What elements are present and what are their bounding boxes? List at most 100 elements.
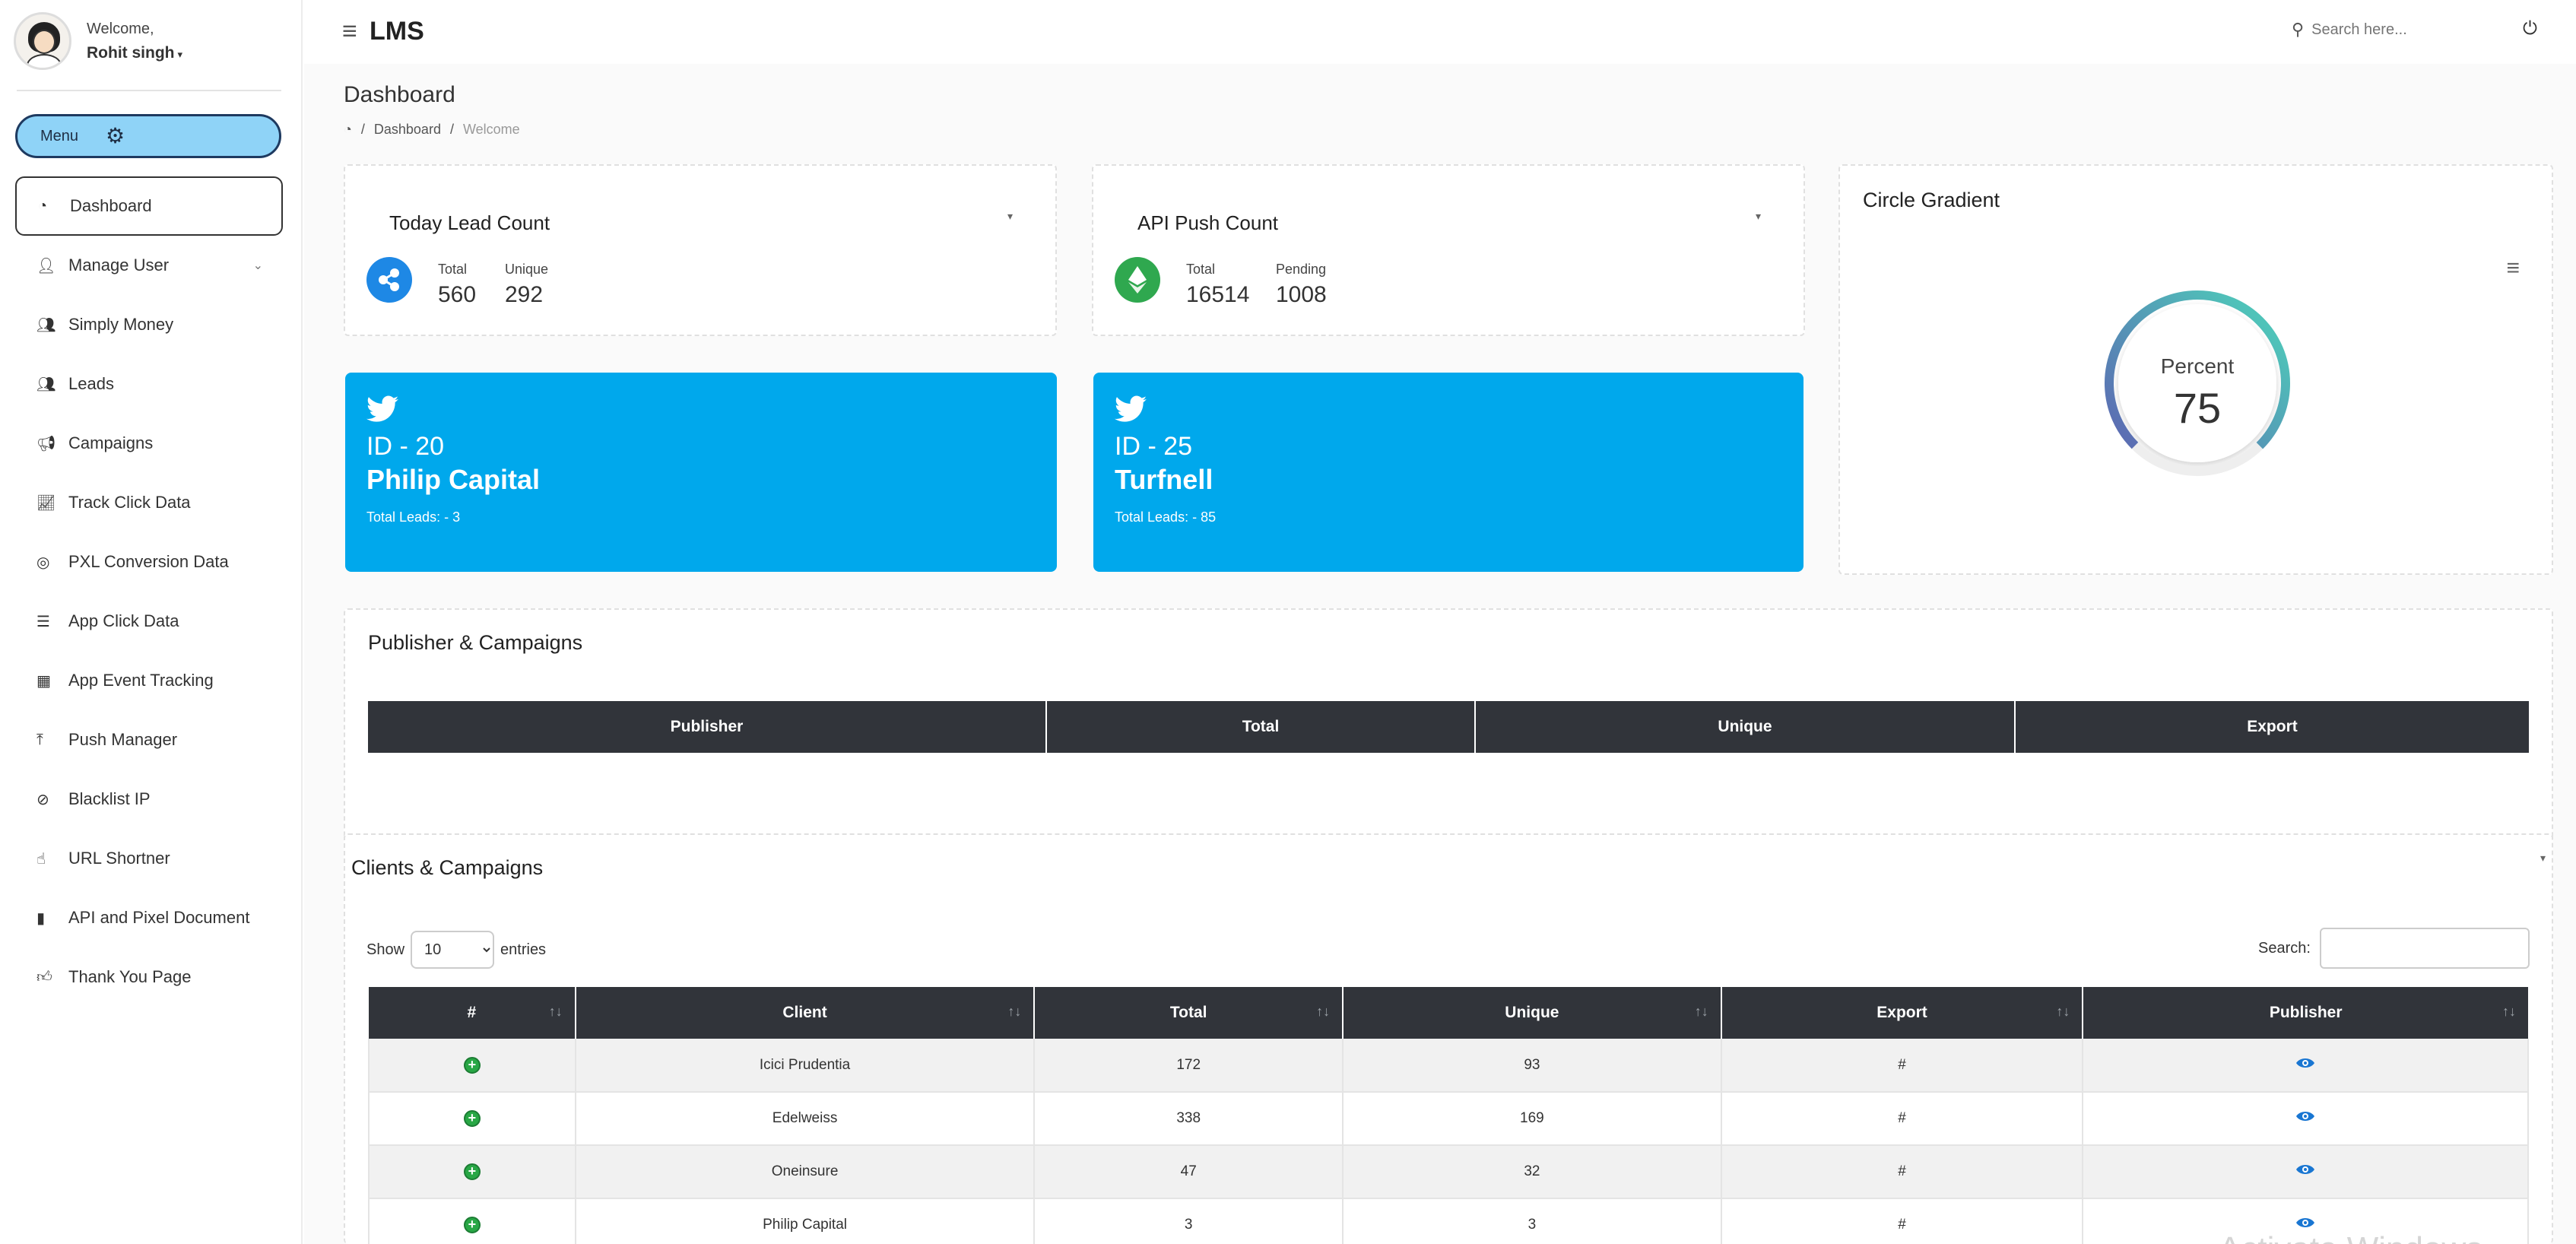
sidebar-item-label: URL Shortner [68,849,170,868]
page-size-select[interactable]: 10 [411,931,495,969]
stat-value: 292 [505,282,544,307]
sort-icon[interactable]: ↑↓ [2502,1004,2516,1020]
column-header[interactable]: # ↑↓ [369,987,576,1039]
column-header[interactable]: Unique [1475,701,2016,753]
stat-key: Unique [505,262,549,277]
topbar: ≡ LMS ⚲ ⏻ [304,0,2576,64]
search-icon: ⚲ [2292,20,2305,39]
gear-icon: ⚙ [106,124,125,148]
sort-icon[interactable]: ↑↓ [1695,1004,1708,1020]
sort-icon[interactable]: ↑↓ [1316,1004,1330,1020]
show-label: Show [366,941,405,958]
sidebar-item-api-pixel-document[interactable]: ▮ API and Pixel Document [15,888,283,947]
export-link[interactable]: # [1721,1198,2084,1244]
card-title: API Push Count [1137,211,1278,234]
export-link[interactable]: # [1721,1092,2084,1146]
client-card[interactable]: ID - 25 Turfnell Total Leads: - 85 [1093,373,1804,572]
bullhorn-icon: 📢︎ [36,435,56,452]
users-icon: 👥︎ [36,376,56,393]
column-header[interactable]: Total ↑↓ [1034,987,1344,1039]
menu-icon[interactable]: ≡ [2506,255,2520,281]
breadcrumb: ◔ / Dashboard / Welcome [344,122,520,138]
eye-icon[interactable] [2295,1163,2315,1176]
column-header[interactable]: Publisher [368,701,1047,753]
table-row: + Edelweiss 338 169 # [368,1092,2529,1146]
target-icon: ◎ [36,554,50,571]
sidebar-item-label: App Click Data [68,611,179,630]
sidebar-item-label: API and Pixel Document [68,908,250,927]
client-cell: Edelweiss [575,1092,1036,1146]
column-header[interactable]: Publisher ↑↓ [2083,987,2528,1039]
total-cell: 172 [1034,1039,1344,1093]
unique-cell: 3 [1343,1198,1722,1244]
twitter-icon [366,395,398,422]
caret-down-icon[interactable]: ▾ [2540,852,2546,865]
sidebar-item-dashboard[interactable]: ◔ Dashboard [15,176,283,236]
column-header[interactable]: Client ↑↓ [575,987,1036,1039]
unique-cell: 32 [1343,1145,1722,1199]
sort-icon[interactable]: ↑↓ [2056,1004,2070,1020]
sidebar-item-pxl-conversion-data[interactable]: ◎ PXL Conversion Data [15,532,283,592]
expand-row-icon[interactable]: + [463,1056,481,1074]
avatar[interactable] [14,12,71,70]
sidebar-nav: ◔ Dashboard 👤︎ Manage User ⌄ 👥︎ Simply M… [15,176,283,1007]
sidebar-item-blacklist-ip[interactable]: ⊘ Blacklist IP [15,770,283,829]
sidebar-item-label: Blacklist IP [68,789,151,808]
sidebar-item-track-click-data[interactable]: 📈︎ Track Click Data [15,473,283,532]
sidebar: Welcome, Rohit singh ▾ Menu ⚙ ◔ Dashboard… [0,0,303,1244]
column-header[interactable]: Export ↑↓ [1721,987,2084,1039]
column-header[interactable]: Total [1046,701,1476,753]
user-profile: Welcome, Rohit singh ▾ [14,12,182,70]
hamburger-icon[interactable]: ≡ [342,18,357,44]
client-leads: Total Leads: - 3 [366,509,461,525]
sidebar-item-app-click-data[interactable]: ☰ App Click Data [15,592,283,651]
eye-icon[interactable] [2295,1057,2315,1069]
table-search: Search: [2258,928,2530,969]
client-cell: Oneinsure [575,1145,1036,1199]
power-icon[interactable]: ⏻ [2523,18,2537,40]
expand-row-icon[interactable]: + [463,1110,481,1127]
column-header[interactable]: Export [2015,701,2529,753]
gauge-value: 75 [2173,384,2222,432]
sidebar-item-app-event-tracking[interactable]: ▦ App Event Tracking [15,651,283,710]
pointer-icon: ☝︎ [36,850,46,868]
dashboard-icon[interactable]: ◔ [344,122,352,138]
file-icon: ▮ [36,909,46,927]
table-search-input[interactable] [2319,928,2530,969]
client-card[interactable]: ID - 20 Philip Capital Total Leads: - 3 [345,373,1057,572]
breadcrumb-item[interactable]: Dashboard [374,122,441,138]
caret-down-icon[interactable]: ▾ [1007,210,1013,223]
sort-icon[interactable]: ↑↓ [1007,1004,1021,1020]
total-cell: 338 [1034,1092,1344,1146]
sidebar-item-leads[interactable]: 👥︎ Leads [15,354,283,414]
column-header[interactable]: Unique ↑↓ [1343,987,1722,1039]
stat-value: 560 [438,282,477,307]
menu-toggle-button[interactable]: Menu ⚙ [15,114,281,158]
export-link[interactable]: # [1721,1039,2084,1093]
card-title: Today Lead Count [389,211,550,234]
eye-icon[interactable] [2295,1217,2315,1229]
caret-down-icon[interactable]: ▾ [1756,210,1761,223]
expand-row-icon[interactable]: + [463,1163,481,1180]
menu-label: Menu [40,127,79,144]
sidebar-item-simply-money[interactable]: 👥︎ Simply Money [15,295,283,354]
sidebar-item-campaigns[interactable]: 📢︎ Campaigns [15,414,283,473]
user-dropdown[interactable]: Rohit singh ▾ [87,44,182,62]
sidebar-item-label: Simply Money [68,315,174,334]
sort-icon[interactable]: ↑↓ [549,1004,563,1020]
sidebar-item-manage-user[interactable]: 👤︎ Manage User ⌄ [15,236,283,295]
brand-logo[interactable]: LMS [370,17,424,46]
sidebar-item-thank-you-page[interactable]: 👍︎ Thank You Page [15,947,283,1007]
total-cell: 47 [1034,1145,1344,1199]
sidebar-item-url-shortner[interactable]: ☝︎ URL Shortner [15,829,283,888]
export-link[interactable]: # [1721,1145,2084,1199]
expand-row-icon[interactable]: + [463,1217,481,1233]
publisher-table: Publisher Total Unique Export [368,701,2529,753]
search-input[interactable] [2311,21,2434,39]
sidebar-item-push-manager[interactable]: ⤒ Push Manager [15,710,283,770]
sidebar-item-label: Dashboard [70,196,152,215]
search-label: Search: [2258,939,2311,957]
breadcrumb-item: Welcome [462,122,520,137]
eye-icon[interactable] [2295,1110,2315,1122]
search-box: ⚲ [2292,20,2434,40]
